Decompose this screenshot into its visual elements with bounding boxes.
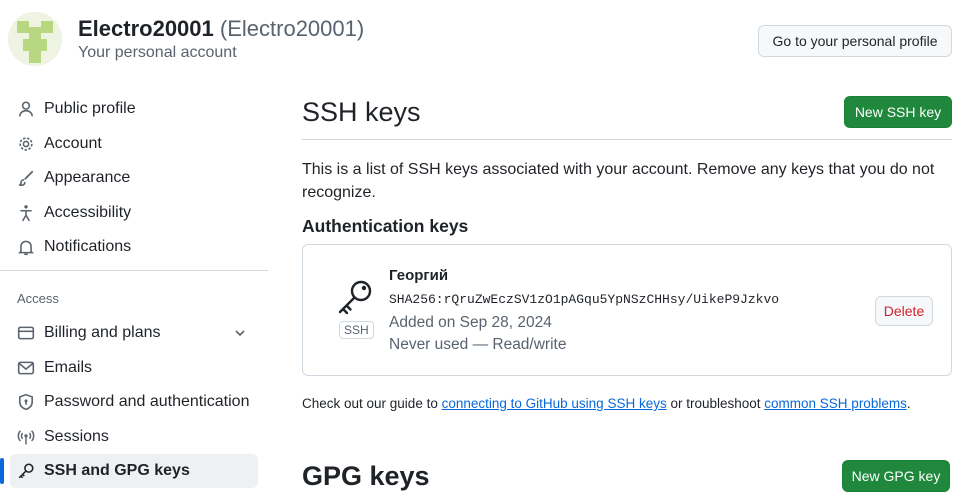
key-usage: Never used — Read/write bbox=[389, 336, 567, 353]
sidebar-item-label: SSH and GPG keys bbox=[44, 462, 190, 479]
account-header: Electro20001 (Electro20001) Your persona… bbox=[0, 0, 979, 80]
shield-lock-icon bbox=[16, 392, 36, 412]
gpg-section-title: GPG keys bbox=[302, 461, 430, 491]
new-gpg-key-button[interactable]: New GPG key bbox=[842, 460, 950, 492]
sidebar-item-label: Accessibility bbox=[44, 204, 132, 221]
sidebar-item-accessibility[interactable]: Accessibility bbox=[10, 196, 258, 230]
paintbrush-icon bbox=[16, 168, 36, 188]
gear-icon bbox=[16, 134, 36, 154]
sidebar-item-sessions[interactable]: Sessions bbox=[10, 420, 258, 454]
account-login: (Electro20001) bbox=[219, 16, 365, 41]
sidebar-item-notifications[interactable]: Notifications bbox=[10, 230, 258, 264]
sidebar-section-heading: Access bbox=[17, 291, 59, 306]
accessibility-icon bbox=[16, 203, 36, 223]
ssh-description: This is a list of SSH keys associated wi… bbox=[302, 161, 935, 201]
delete-key-button[interactable]: Delete bbox=[875, 296, 933, 326]
sidebar-item-public-profile[interactable]: Public profile bbox=[10, 92, 258, 126]
sidebar-item-label: Billing and plans bbox=[44, 324, 161, 341]
account-subtitle: Your personal account bbox=[78, 44, 237, 61]
account-name: Electro20001 (Electro20001) bbox=[78, 16, 364, 42]
page-title: SSH keys bbox=[302, 97, 421, 127]
sidebar-item-label: Appearance bbox=[44, 169, 131, 186]
ssh-key-item: SSH Георгий SHA256:rQruZwEczSV1zO1pAGqu5… bbox=[302, 244, 952, 376]
mail-icon bbox=[16, 358, 36, 378]
ssh-guide-link[interactable]: connecting to GitHub using SSH keys bbox=[442, 396, 667, 411]
person-icon bbox=[16, 99, 36, 119]
sidebar-item-emails[interactable]: Emails bbox=[10, 351, 258, 385]
guide-prefix: Check out our guide to bbox=[302, 396, 442, 411]
guide-suffix: . bbox=[906, 396, 911, 411]
sidebar-divider bbox=[0, 270, 268, 271]
key-type-badge: SSH bbox=[339, 321, 374, 339]
sidebar-item-label: Public profile bbox=[44, 100, 136, 117]
new-ssh-key-button[interactable]: New SSH key bbox=[844, 96, 952, 128]
sidebar-item-label: Password and authentication bbox=[44, 393, 250, 410]
key-added-date: Added on Sep 28, 2024 bbox=[389, 314, 552, 331]
ssh-guide-text: Check out our guide to connecting to Git… bbox=[302, 396, 911, 411]
active-indicator bbox=[0, 458, 4, 484]
sidebar-item-label: Emails bbox=[44, 359, 93, 376]
credit-card-icon bbox=[16, 323, 36, 343]
chevron-down-icon[interactable] bbox=[232, 325, 248, 341]
key-fingerprint: SHA256:rQruZwEczSV1zO1pAGqu5YpNSzCHHsy/U… bbox=[389, 292, 780, 307]
key-icon bbox=[16, 461, 36, 481]
bell-icon bbox=[16, 237, 36, 257]
sidebar-item-billing[interactable]: Billing and plans bbox=[10, 316, 258, 350]
sidebar-item-label: Account bbox=[44, 135, 102, 152]
key-title: Георгий bbox=[389, 267, 449, 284]
sidebar-item-password-auth[interactable]: Password and authentication bbox=[10, 385, 258, 419]
sidebar-item-ssh-gpg-keys[interactable]: SSH and GPG keys bbox=[10, 454, 258, 488]
title-divider bbox=[302, 139, 952, 140]
sidebar-item-label: Notifications bbox=[44, 238, 132, 255]
sidebar-item-appearance[interactable]: Appearance bbox=[10, 161, 258, 195]
go-to-profile-button[interactable]: Go to your personal profile bbox=[758, 25, 952, 57]
sidebar-item-account[interactable]: Account bbox=[10, 127, 258, 161]
avatar[interactable] bbox=[8, 12, 62, 66]
ssh-troubleshoot-link[interactable]: common SSH problems bbox=[764, 396, 907, 411]
auth-keys-heading: Authentication keys bbox=[302, 216, 469, 236]
account-name-text: Electro20001 bbox=[78, 16, 214, 41]
sidebar-item-label: Sessions bbox=[44, 428, 109, 445]
key-icon bbox=[335, 277, 375, 317]
guide-middle: or troubleshoot bbox=[666, 396, 765, 411]
broadcast-icon bbox=[16, 427, 36, 447]
